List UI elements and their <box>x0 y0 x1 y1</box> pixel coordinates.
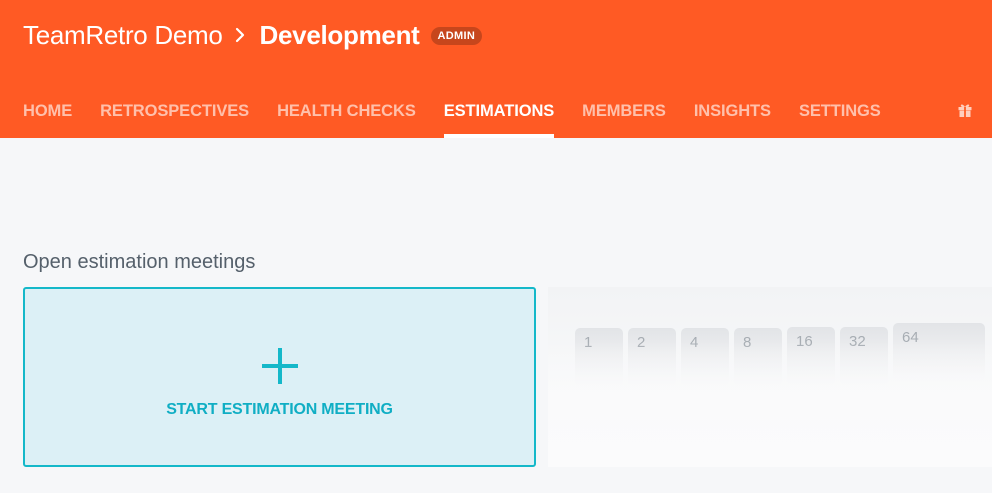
plus-icon <box>262 348 298 384</box>
estimation-cards-preview: 1 2 4 8 16 32 64 <box>548 287 992 467</box>
estimation-card: 32 <box>840 327 888 385</box>
estimation-card: 8 <box>734 328 782 386</box>
breadcrumb-org-link[interactable]: TeamRetro Demo <box>23 20 223 51</box>
chevron-right-icon <box>235 27 244 43</box>
estimation-card: 16 <box>787 327 835 385</box>
estimation-card: 64 <box>893 323 985 381</box>
app-header: TeamRetro Demo Development ADMIN HOME RE… <box>0 0 992 138</box>
admin-badge: ADMIN <box>430 27 483 45</box>
gift-icon[interactable] <box>957 102 973 118</box>
tab-insights[interactable]: INSIGHTS <box>694 94 771 138</box>
tab-estimations[interactable]: ESTIMATIONS <box>443 94 555 138</box>
breadcrumb: TeamRetro Demo Development ADMIN <box>23 19 483 51</box>
tab-settings[interactable]: SETTINGS <box>799 94 881 138</box>
tab-home[interactable]: HOME <box>23 94 72 138</box>
breadcrumb-team-name: Development <box>259 19 420 50</box>
main-nav: HOME RETROSPECTIVES HEALTH CHECKS ESTIMA… <box>0 94 992 138</box>
tab-retrospectives[interactable]: RETROSPECTIVES <box>100 94 249 138</box>
estimation-card: 4 <box>681 328 729 386</box>
tab-members[interactable]: MEMBERS <box>582 94 666 138</box>
estimation-card: 1 <box>575 328 623 386</box>
tab-health-checks[interactable]: HEALTH CHECKS <box>277 94 416 138</box>
open-meetings-heading: Open estimation meetings <box>23 251 256 273</box>
start-estimation-label: START ESTIMATION MEETING <box>166 401 393 418</box>
start-estimation-button[interactable]: START ESTIMATION MEETING <box>23 287 536 467</box>
estimation-card: 2 <box>628 328 676 386</box>
